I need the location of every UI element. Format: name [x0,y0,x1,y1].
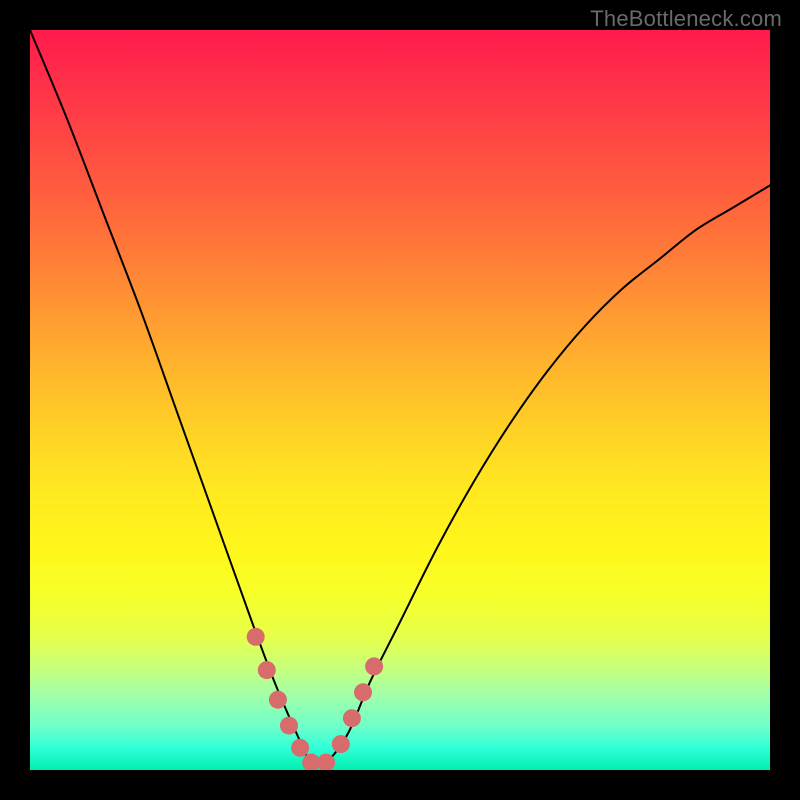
chart-marker-dot [280,717,298,735]
watermark-text: TheBottleneck.com [590,6,782,32]
chart-marker-group [247,628,383,770]
chart-marker-dot [332,735,350,753]
chart-marker-dot [354,683,372,701]
chart-marker-dot [343,709,361,727]
chart-marker-dot [291,739,309,757]
chart-svg [30,30,770,770]
chart-marker-dot [247,628,265,646]
chart-marker-dot [365,657,383,675]
chart-marker-dot [269,691,287,709]
chart-marker-dot [258,661,276,679]
chart-curve [30,30,770,766]
chart-plot-area [30,30,770,770]
